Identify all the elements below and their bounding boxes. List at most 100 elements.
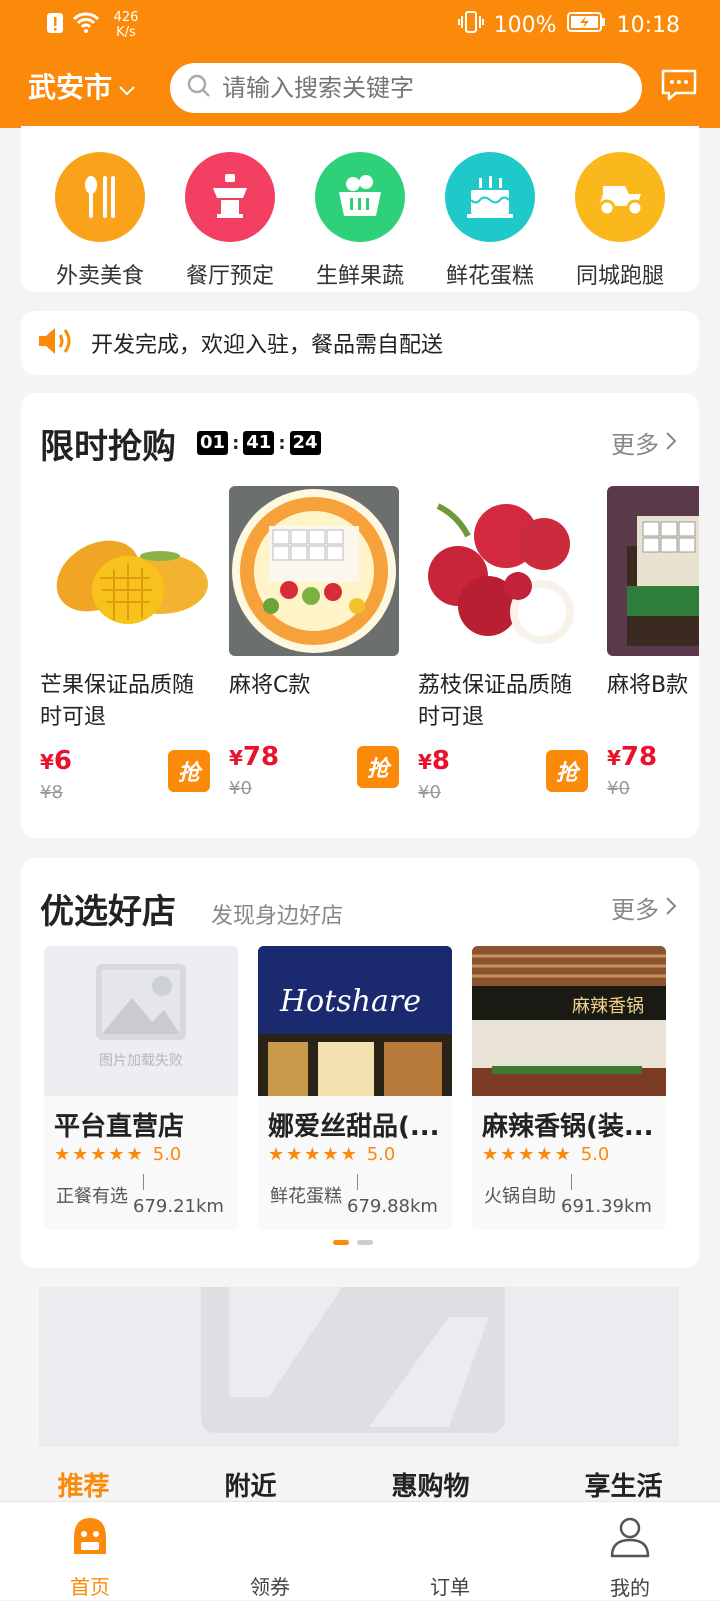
nav-item-home[interactable]: 首页 <box>30 1502 150 1600</box>
tab-nearby[interactable]: 附近 <box>224 1466 276 1502</box>
coupon-icon <box>248 1514 292 1557</box>
wifi-icon <box>72 12 100 38</box>
product-price: ¥78 <box>607 742 657 772</box>
product-name: 麻将B款 <box>607 673 689 698</box>
star-icon: ★ <box>268 1144 285 1165</box>
star-icon: ★ <box>554 1144 571 1165</box>
shop-distance: 691.39km <box>561 1196 652 1217</box>
grab-button[interactable]: 抢 <box>546 750 588 792</box>
alert-icon <box>46 11 64 39</box>
notice-text: 开发完成，欢迎入驻，餐品需自配送 <box>91 333 444 358</box>
shop-carousel[interactable]: 图片加载失败 平台直营店 ★ ★ ★ ★ ★ 5.0 正餐有选 679.21km Hot… <box>44 946 666 1230</box>
product-price: ¥8 <box>418 746 450 776</box>
grab-button[interactable]: 抢 <box>357 746 399 788</box>
shop-sign: 麻辣香锅 <box>572 996 644 1017</box>
shop-category: 鲜花蛋糕 <box>270 1186 342 1207</box>
content-tabs: 推荐 附近 惠购物 享生活 <box>0 1462 720 1502</box>
shop-name: 娜爱丝甜品(... <box>268 1112 440 1142</box>
shop-card[interactable]: 麻辣香锅 麻辣香锅(装... ★ ★ ★ ★ ★ 5.0 火锅自助 691.39km <box>472 946 666 1230</box>
search-input[interactable] <box>222 74 622 102</box>
network-speed: 426 K/s <box>108 10 144 40</box>
price-value: 8 <box>431 746 451 776</box>
more-label: 更多 <box>611 431 659 459</box>
city-name: 武安市 <box>28 71 113 104</box>
nav-item-orders[interactable]: 订单 <box>390 1502 510 1600</box>
shop-card[interactable]: Hotshare 娜爱丝甜品(... ★ ★ ★ ★ ★ 5.0 鲜花蛋糕 679.88… <box>258 946 452 1230</box>
product-card[interactable]: 麻将B款 ¥78 ¥0 <box>607 486 699 826</box>
nav-label: 领券 <box>250 1575 290 1599</box>
shops-more-link[interactable]: 更多 <box>611 890 677 925</box>
chevron-right-icon <box>665 429 677 457</box>
category-grid: 外卖美食 餐厅预定 生鲜果蔬 鲜花蛋糕 同城跑腿 <box>21 126 699 292</box>
shop-card[interactable]: 图片加载失败 平台直营店 ★ ★ ★ ★ ★ 5.0 正餐有选 679.21km <box>44 946 238 1230</box>
search-bar[interactable] <box>170 63 642 113</box>
clock: 10:18 <box>616 12 680 38</box>
category-item-fresh[interactable]: 生鲜果蔬 <box>297 152 423 292</box>
currency-symbol: ¥ <box>40 750 54 774</box>
category-item-takeout[interactable]: 外卖美食 <box>37 152 163 292</box>
category-label: 生鲜果蔬 <box>315 264 404 289</box>
star-icon: ★ <box>536 1144 553 1165</box>
product-price: ¥78 <box>229 742 279 772</box>
grab-button[interactable]: 抢 <box>168 750 210 792</box>
status-bar: 426 K/s 100% 10:18 <box>0 0 720 52</box>
star-icon: ★ <box>126 1144 143 1165</box>
city-selector[interactable]: 武安市 <box>28 66 136 106</box>
rating-value: 5.0 <box>152 1144 182 1165</box>
category-item-cake[interactable]: 鲜花蛋糕 <box>427 152 553 292</box>
battery-percent: 100% <box>493 12 557 38</box>
price-value: 78 <box>242 742 280 772</box>
speaker-icon <box>37 326 73 360</box>
star-rating: ★ ★ ★ ★ ★ 5.0 <box>268 1144 395 1165</box>
message-button[interactable] <box>660 68 698 106</box>
product-price: ¥6 <box>40 746 72 776</box>
nav-item-profile[interactable]: 我的 <box>570 1502 690 1600</box>
shop-image-storefront: Hotshare <box>258 946 452 1096</box>
category-label: 同城跑腿 <box>575 264 664 289</box>
tab-life[interactable]: 享生活 <box>584 1466 662 1502</box>
countdown-timer: 01 : 41 : 24 <box>197 431 321 455</box>
star-rating: ★ ★ ★ ★ ★ 5.0 <box>54 1144 181 1165</box>
currency-symbol: ¥ <box>229 746 243 770</box>
chevron-right-icon <box>665 894 677 922</box>
fruit-basket-icon <box>315 152 405 242</box>
rating-value: 5.0 <box>366 1144 396 1165</box>
star-icon: ★ <box>108 1144 125 1165</box>
flash-sale-products[interactable]: 芒果保证品质随时可退 ¥6 ¥8 抢 麻将C款 ¥78 ¥0 抢 荔枝保证品质随… <box>40 486 699 826</box>
product-original-price: ¥0 <box>229 778 252 799</box>
shop-name: 麻辣香锅(装... <box>482 1112 654 1142</box>
user-icon <box>608 1514 652 1558</box>
carousel-dot-active <box>333 1240 349 1245</box>
product-name: 麻将C款 <box>229 673 311 698</box>
category-item-errand[interactable]: 同城跑腿 <box>557 152 683 292</box>
star-rating: ★ ★ ★ ★ ★ 5.0 <box>482 1144 609 1165</box>
price-value: 78 <box>620 742 658 772</box>
speed-value: 426 <box>113 10 139 25</box>
rating-value: 5.0 <box>580 1144 610 1165</box>
shop-sign: Hotshare <box>280 984 421 1019</box>
tab-shopping[interactable]: 惠购物 <box>391 1466 469 1502</box>
nav-item-coupons[interactable]: 领券 <box>210 1502 330 1600</box>
product-image-mango <box>40 486 210 656</box>
flash-sale-more-link[interactable]: 更多 <box>611 425 677 460</box>
star-icon: ★ <box>54 1144 71 1165</box>
chevron-down-icon <box>118 70 136 103</box>
nav-label: 首页 <box>70 1575 110 1599</box>
shop-category: 正餐有选 <box>56 1186 128 1207</box>
category-item-restaurant[interactable]: 餐厅预定 <box>167 152 293 292</box>
tab-recommend[interactable]: 推荐 <box>57 1466 109 1502</box>
product-card[interactable]: 麻将C款 ¥78 ¥0 抢 <box>229 486 399 826</box>
search-icon <box>186 73 212 103</box>
shop-image-placeholder: 图片加载失败 <box>44 946 238 1096</box>
promo-banner-placeholder[interactable] <box>39 1287 679 1447</box>
notice-bar[interactable]: 开发完成，欢迎入驻，餐品需自配送 <box>21 311 699 375</box>
currency-symbol: ¥ <box>418 750 432 774</box>
divider <box>571 1174 572 1190</box>
product-name: 芒果保证品质随时可退 <box>40 673 195 730</box>
dining-table-icon <box>185 152 275 242</box>
product-original-price: ¥0 <box>418 782 441 803</box>
product-card[interactable]: 芒果保证品质随时可退 ¥6 ¥8 抢 <box>40 486 210 826</box>
star-icon: ★ <box>482 1144 499 1165</box>
product-card[interactable]: 荔枝保证品质随时可退 ¥8 ¥0 抢 <box>418 486 588 826</box>
category-label: 外卖美食 <box>55 264 144 289</box>
